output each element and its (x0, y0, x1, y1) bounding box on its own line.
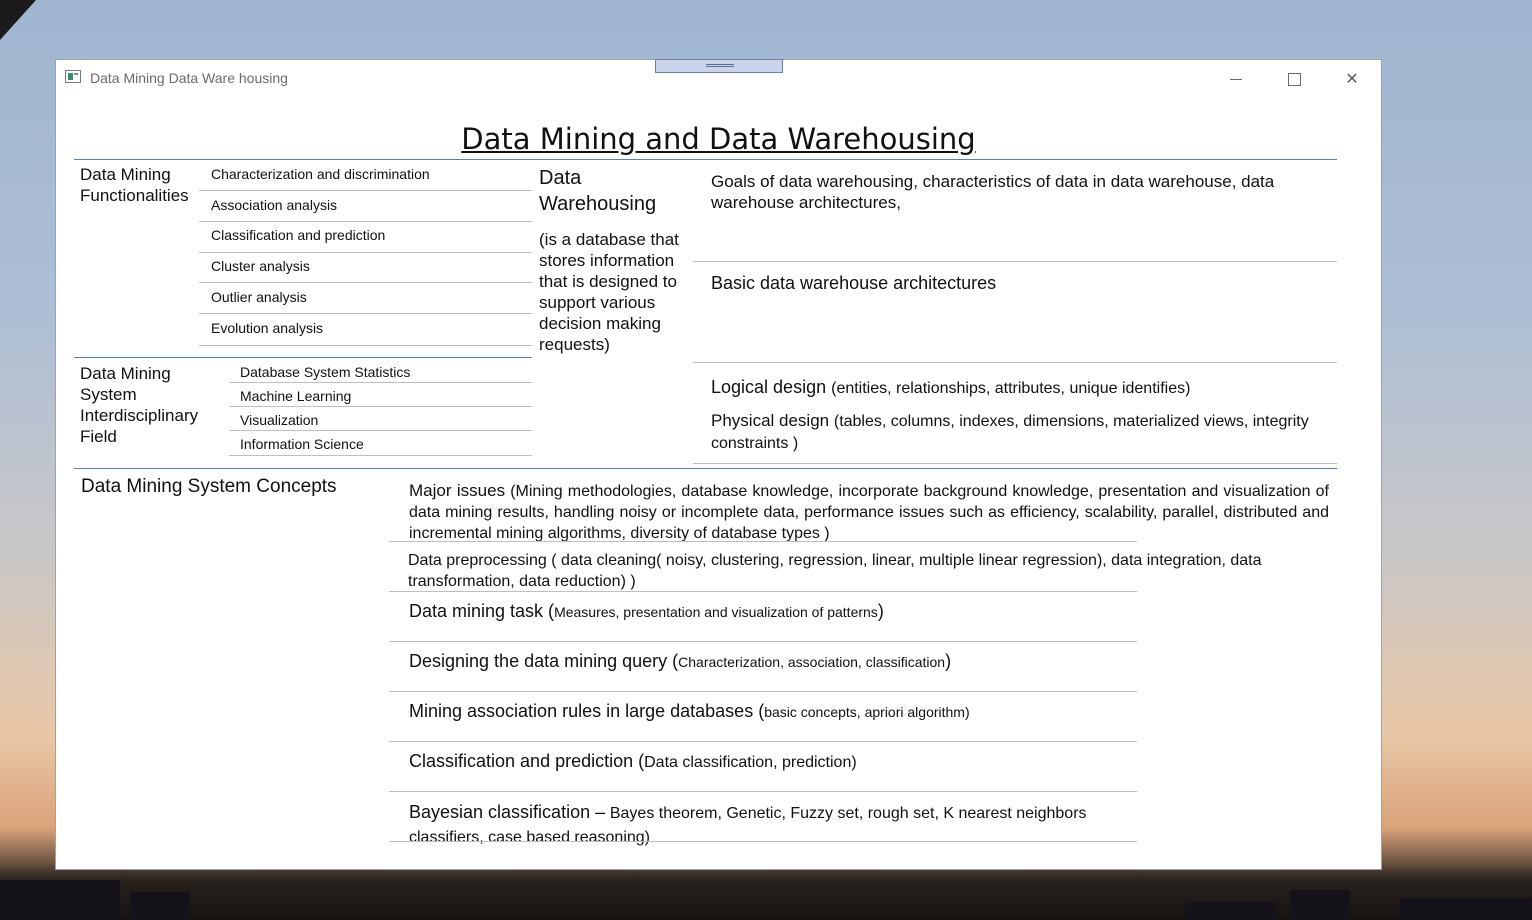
desktop-skyline (0, 865, 1532, 920)
window-title: Data Mining Data Ware housing (90, 70, 288, 86)
association-rules: Mining association rules in large databa… (409, 701, 970, 722)
physical-design-label: Physical design (711, 411, 830, 430)
row-divider (693, 261, 1337, 262)
row-divider (199, 190, 532, 191)
minimize-button[interactable] (1213, 66, 1259, 92)
designing-query-detail: Characterization, association, classific… (678, 654, 946, 670)
major-issues-detail: (Mining methodologies, database knowledg… (409, 483, 1330, 542)
interdisciplinary-item: Information Science (240, 436, 364, 452)
row-divider (389, 691, 1137, 692)
row-divider (229, 455, 532, 456)
row-divider (199, 252, 532, 253)
warehousing-basic: Basic data warehouse architectures (711, 273, 997, 293)
major-issues-label: Major issues (409, 481, 506, 500)
interdisciplinary-item: Visualization (240, 412, 319, 428)
interdisciplinary-item: Machine Learning (240, 388, 352, 404)
row-divider (693, 463, 1337, 464)
app-icon (65, 70, 81, 83)
physical-design: Physical design (tables, columns, indexe… (711, 410, 1321, 454)
classification-prediction-detail: Data classification, prediction) (644, 754, 857, 771)
row-divider (389, 741, 1137, 742)
concepts-heading: Data Mining System Concepts (81, 476, 337, 497)
divider-top (74, 159, 1337, 160)
data-mining-task: Data mining task (Measures, presentation… (409, 601, 884, 622)
close-paren: ) (877, 601, 884, 621)
row-divider (229, 430, 532, 431)
classification-prediction: Classification and prediction (Data clas… (409, 751, 857, 772)
app-window: Data Mining Data Ware housing ✕ Data Min… (55, 59, 1382, 870)
row-divider (389, 541, 1137, 542)
data-mining-task-label: Data mining task ( (409, 601, 555, 621)
designing-query: Designing the data mining query (Charact… (409, 651, 951, 672)
functionality-item: Outlier analysis (211, 289, 307, 305)
row-divider (199, 313, 532, 314)
data-preprocessing: Data preprocessing ( data cleaning( nois… (408, 552, 1262, 590)
interdisciplinary-heading: Data Mining System Interdisciplinary Fie… (80, 364, 199, 446)
warehousing-heading: Data Warehousing (539, 167, 657, 215)
desktop-corner (0, 0, 36, 40)
functionality-item: Evolution analysis (211, 320, 324, 336)
designing-query-label: Designing the data mining query ( (409, 651, 679, 671)
slide-title: Data Mining and Data Warehousing (461, 122, 976, 156)
functionality-item: Association analysis (211, 197, 338, 213)
row-divider (389, 841, 1137, 842)
functionality-item: Characterization and discrimination (211, 166, 430, 182)
logical-design-label: Logical design (711, 377, 827, 397)
logical-design: Logical design (entities, relationships,… (711, 376, 1190, 400)
row-divider (229, 406, 532, 407)
logical-design-detail: (entities, relationships, attributes, un… (831, 380, 1191, 397)
row-divider (199, 345, 532, 346)
functionality-item: Cluster analysis (211, 258, 310, 274)
major-issues: Major issues (Mining methodologies, data… (409, 480, 1329, 544)
title-bar[interactable]: Data Mining Data Ware housing ✕ (56, 59, 1381, 98)
functionalities-heading: Data Mining Functionalities (80, 165, 189, 205)
association-rules-detail: basic concepts, apriori algorithm) (764, 704, 970, 720)
association-rules-label: Mining association rules in large databa… (409, 701, 765, 721)
row-divider (199, 221, 532, 222)
divider-concepts (74, 468, 1337, 469)
classification-prediction-label: Classification and prediction ( (409, 751, 645, 771)
maximize-icon (1287, 73, 1301, 86)
close-icon: ✕ (1345, 69, 1359, 88)
row-divider (389, 791, 1137, 792)
bayesian-classification-label: Bayesian classification – (409, 802, 606, 822)
drag-handle[interactable] (655, 59, 783, 73)
divider-functionalities (74, 357, 532, 358)
functionality-item: Classification and prediction (211, 227, 386, 243)
minimize-icon (1230, 79, 1242, 80)
warehousing-goals: Goals of data warehousing, characteristi… (711, 172, 1275, 212)
row-divider (199, 282, 532, 283)
maximize-button[interactable] (1271, 66, 1317, 92)
close-button[interactable]: ✕ (1329, 66, 1375, 92)
warehousing-definition: (is a database that stores information t… (539, 230, 679, 354)
close-paren: ) (945, 651, 952, 671)
row-divider (389, 641, 1137, 642)
interdisciplinary-item: Database System Statistics (240, 364, 411, 380)
row-divider (389, 591, 1137, 592)
row-divider (693, 362, 1337, 363)
row-divider (229, 382, 532, 383)
data-mining-task-detail: Measures, presentation and visualization… (554, 604, 878, 620)
